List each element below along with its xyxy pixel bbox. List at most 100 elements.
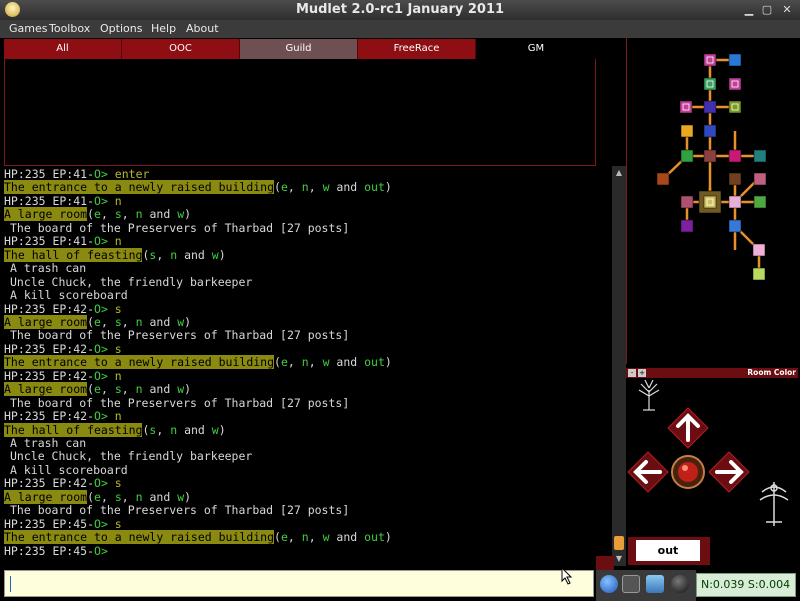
prompt-text: HP:235 EP:42- [4,368,95,383]
prompt-marker: O> [94,167,108,181]
window-title: Mudlet 2.0-rc1 January 2011 [295,2,505,17]
prompt-text: HP:235 EP:45- [4,516,95,531]
console-line: The hall of feasting(s, n and w) [4,422,226,437]
mouse-pointer-icon [561,567,573,585]
prompt-marker: O> [94,301,108,316]
room-exit: n [135,489,143,504]
tab-freerace[interactable]: FreeRace [358,39,476,59]
scroll-thumb[interactable] [614,536,624,550]
tab-all[interactable]: All [4,39,122,59]
prompt-marker: O> [94,368,108,383]
menu-options[interactable]: Options [100,22,142,35]
console-line: The board of the Preservers of Tharbad [… [10,220,350,235]
room-exit: s [114,207,122,222]
tab-gm[interactable]: GM [476,39,596,59]
room-exit: w [211,247,219,262]
room-object: Uncle Chuck, the friendly barkeeper [10,274,253,289]
console-line: The board of the Preservers of Tharbad [… [10,329,349,342]
room-exit: n [135,207,143,222]
command-input[interactable] [4,570,594,597]
room-exit: n [135,314,143,329]
room-exit: n [301,180,309,195]
zoom-out-button[interactable]: - [628,369,636,377]
console-line: HP:235 EP:45-O> s [4,516,122,531]
command-echo: n [107,193,122,208]
menu-help[interactable]: Help [151,22,176,35]
prompt-text: HP:235 EP:42- [4,409,95,424]
room-exit: n [135,382,143,397]
tab-guild[interactable]: Guild [240,39,358,59]
tab-ooc[interactable]: OOC [122,39,240,59]
zoom-in-button[interactable]: + [638,369,646,377]
prompt-marker: O> [94,341,108,356]
west-arrow-icon[interactable] [626,450,670,494]
room-object: The board of the Preservers of Tharbad [… [10,220,350,235]
room-exit: s [114,314,122,329]
disc-icon[interactable] [671,575,689,593]
maximize-icon[interactable]: ▢ [760,3,774,17]
center-orb-icon[interactable] [670,454,706,490]
command-echo: n [107,368,122,383]
room-exit: out [364,530,385,545]
console-line: HP:235 EP:41-O> n [4,235,122,248]
room-name: The hall of feasting [4,247,143,262]
status-readout: N:0.039 S:0.004 [696,573,796,597]
console-line: A large room(e, s, n and w) [4,382,192,397]
east-arrow-icon[interactable] [707,450,751,494]
menu-games[interactable]: Games [9,22,47,35]
console-line: The entrance to a newly raised building(… [4,530,392,545]
rune-icon [759,482,789,526]
map-panel[interactable] [626,38,800,364]
prompt-text: HP:235 EP:42- [4,476,95,491]
corner-button[interactable] [596,556,614,570]
folder-icon[interactable] [646,575,664,593]
console-line: The hall of feasting(s, n and w) [4,247,226,262]
out-button[interactable]: out [636,540,700,561]
room-exit: s [114,382,122,397]
prompt-marker: O> [94,234,108,249]
main-console[interactable]: HP:235 EP:41-O> enter The entrance to a n… [0,166,612,566]
room-map[interactable] [627,38,799,364]
console-line: Uncle Chuck, the friendly barkeeper [10,450,252,463]
room-exit: e [280,355,288,370]
room-color-label[interactable]: Room Color [747,368,796,378]
console-scrollbar[interactable]: ▲ ▼ [612,166,626,566]
console-line: The board of the Preservers of Tharbad [… [10,504,349,517]
console-line: HP:235 EP:42-O> s [4,301,122,316]
tree-icon [638,379,660,411]
cassette-icon[interactable] [622,575,640,593]
room-name: The hall of feasting [4,422,143,437]
room-object: A kill scoreboard [10,288,128,303]
room-exit: w [322,530,330,545]
room-exit: e [94,314,101,329]
room-object: A kill scoreboard [10,462,128,477]
prompt-text: HP:235 EP:45- [4,543,95,558]
menu-about[interactable]: About [186,22,219,35]
console-line: A kill scoreboard [10,289,128,302]
console-line: The board of the Preservers of Tharbad [… [10,396,349,410]
command-echo: n [107,234,122,249]
scroll-down-icon[interactable]: ▼ [614,554,624,564]
close-icon[interactable]: ✕ [780,3,794,17]
room-name: A large room [4,489,88,504]
console-line: HP:235 EP:42-O> s [4,341,122,356]
console-line: Uncle Chuck, the friendly barkeeper [10,274,253,289]
command-echo: s [107,476,122,491]
info-icon[interactable] [600,575,618,593]
chat-tabs: All OOC Guild FreeRace GM [4,39,596,59]
room-name: A large room [4,314,88,329]
prompt-text: HP:235 EP:42- [4,301,95,316]
text-cursor [10,576,11,592]
room-exit: e [94,489,101,504]
room-name: A large room [4,382,88,397]
room-name: The entrance to a newly raised building [4,180,275,195]
room-exit: s [114,489,122,504]
minimize-icon[interactable]: ▁ [742,3,756,17]
console-line: HP:235 EP:45-O> [4,543,108,558]
north-arrow-icon[interactable] [666,406,710,450]
room-exit: e [94,382,101,397]
menu-toolbox[interactable]: Toolbox [49,22,90,35]
scroll-up-icon[interactable]: ▲ [614,168,624,178]
console-line: The entrance to a newly raised building(… [4,180,392,195]
room-exit: w [322,180,330,195]
